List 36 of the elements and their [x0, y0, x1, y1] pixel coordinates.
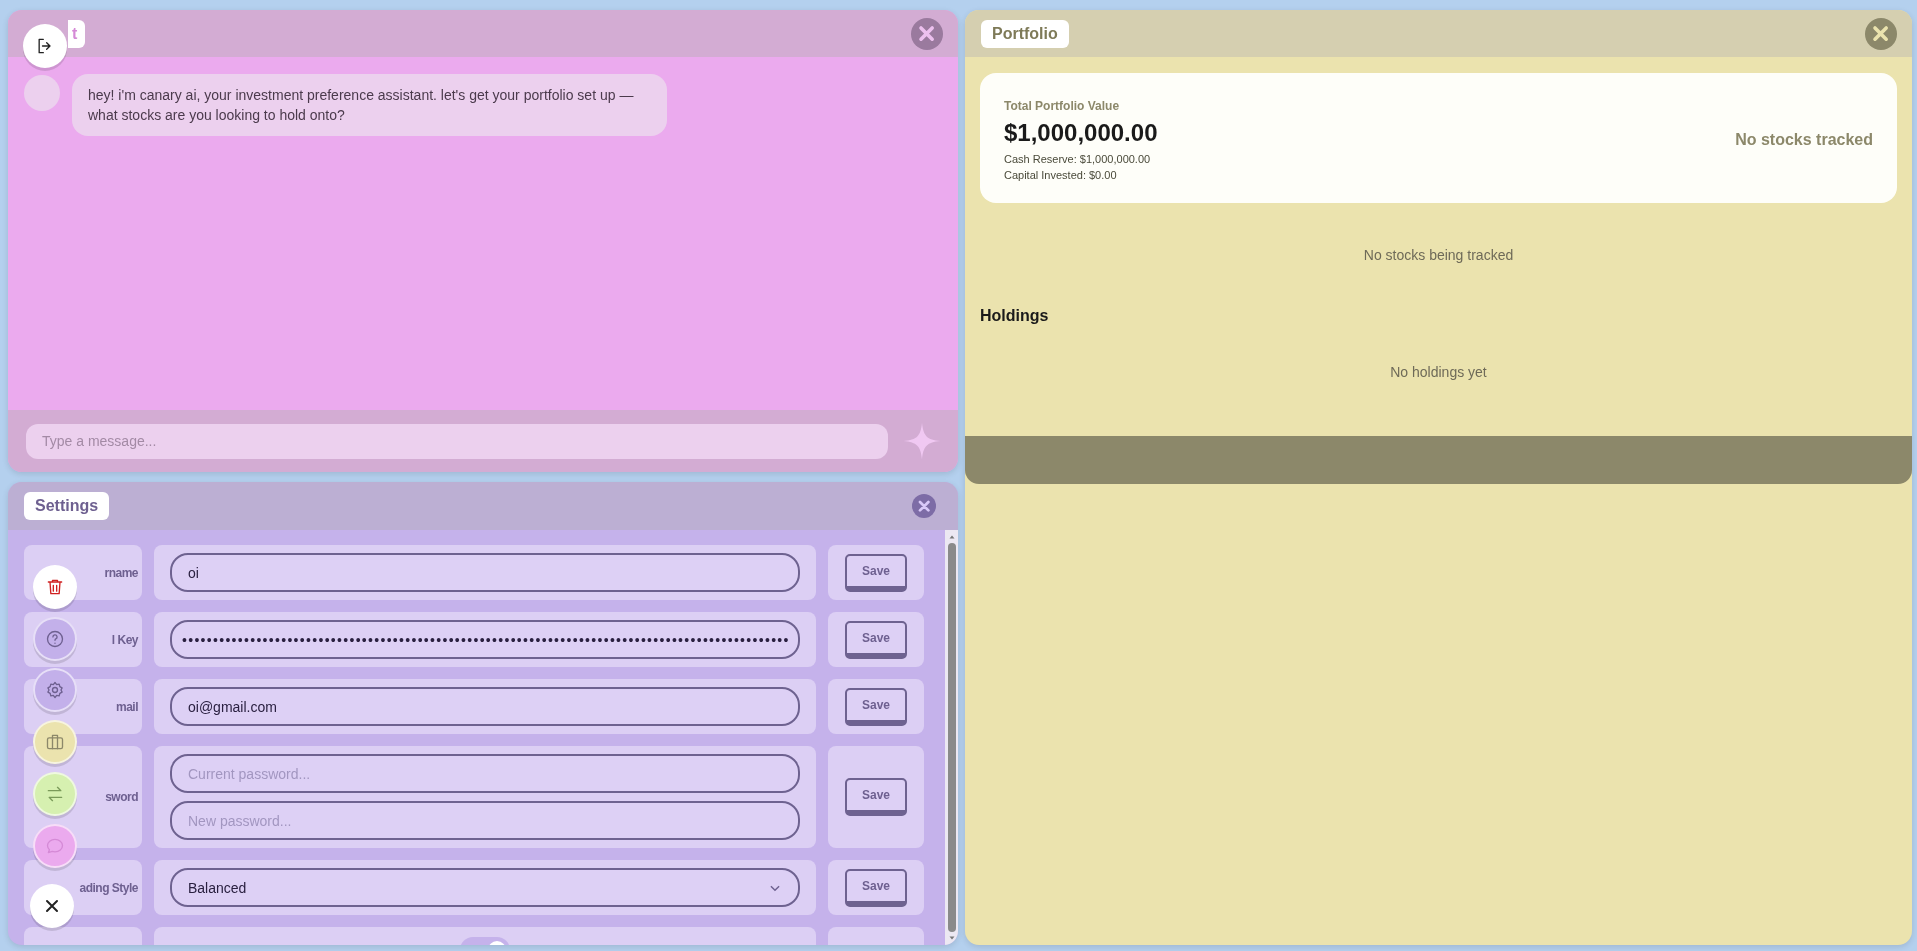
scroll-up-icon: [947, 534, 956, 540]
save-button[interactable]: Save: [845, 868, 907, 907]
trash-icon: [45, 577, 65, 597]
close-icon: [1871, 23, 1891, 44]
password-field[interactable]: Current password...: [170, 754, 800, 793]
portfolio-total: $1,000,000.00: [1004, 119, 1158, 147]
help-icon: [45, 629, 65, 649]
style-dropdown[interactable]: Balanced: [170, 868, 800, 907]
save-button[interactable]: Save: [845, 778, 907, 816]
save-button[interactable]: Save: [845, 687, 907, 726]
empty-message: No stocks being tracked: [1362, 247, 1515, 263]
save-button[interactable]: Save: [845, 553, 907, 592]
window-title: t: [68, 19, 86, 48]
chat-bubble-icon: [45, 836, 65, 856]
text-field[interactable]: oi: [170, 553, 800, 592]
save-button[interactable]: Save: [845, 620, 907, 659]
settings-icon: [45, 680, 65, 700]
close-icon: [916, 498, 932, 514]
password-field[interactable]: New password...: [170, 801, 800, 840]
window-title: Settings: [24, 492, 110, 520]
briefcase-icon: [45, 732, 65, 752]
summary-label: Total Portfolio Value: [1004, 99, 1121, 113]
cash-reserve: Cash Reserve: $1,000,000.00: [1004, 153, 1152, 165]
close-icon: [917, 23, 937, 44]
scroll-thumb[interactable]: [947, 543, 956, 932]
status-text: No stocks tracked: [1735, 131, 1873, 149]
capital-invested: Capital Invested: $0.00: [1004, 169, 1118, 181]
text-field[interactable]: oi@gmail.com: [170, 687, 800, 726]
scroll-down-icon: [947, 935, 956, 941]
avatar: [24, 75, 60, 111]
swap-icon: [45, 784, 65, 804]
window-title: Portfolio: [981, 19, 1069, 48]
message-input[interactable]: Type a message...: [26, 423, 888, 459]
section-heading: Holdings: [980, 307, 1050, 325]
chat-message: hey! i'm canary ai, your investment preference assistant. let's get your portfolio set up — what stocks are you looking to hold onto?: [72, 74, 667, 136]
empty-message: No holdings yet: [1389, 364, 1488, 380]
